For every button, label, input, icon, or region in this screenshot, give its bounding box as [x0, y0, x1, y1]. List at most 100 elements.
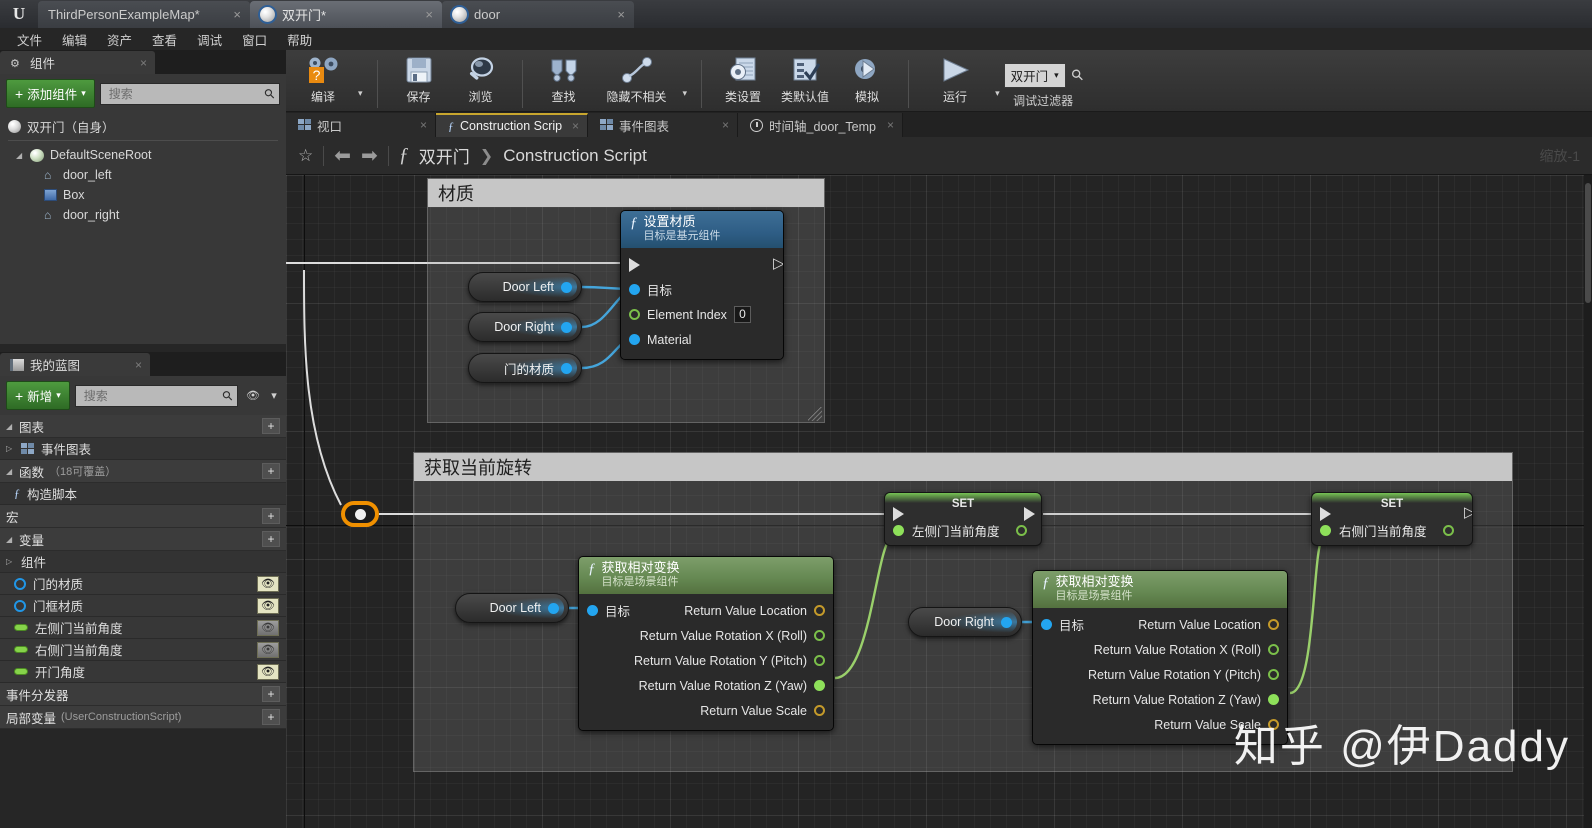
object-input-pin[interactable] — [629, 334, 640, 346]
add-function-button[interactable]: + — [262, 463, 280, 479]
menu-item-assets[interactable]: 资产 — [98, 27, 141, 52]
forward-arrow-icon[interactable]: ➡ — [361, 143, 378, 168]
menu-item-file[interactable]: 文件 — [8, 27, 51, 52]
menu-item-help[interactable]: 帮助 — [278, 27, 321, 52]
object-input-pin[interactable] — [629, 284, 640, 296]
chevron-down-icon[interactable]: ◢ — [6, 467, 14, 476]
find-button[interactable]: 查找 — [533, 50, 595, 108]
scrollbar-thumb[interactable] — [1585, 183, 1591, 303]
close-icon[interactable]: × — [422, 7, 436, 22]
save-button[interactable]: 保存 — [388, 50, 450, 108]
variable-node-door-left-lower[interactable]: Door Left — [455, 593, 569, 623]
int-input-pin[interactable] — [629, 309, 640, 321]
vector-output-pin[interactable] — [814, 705, 825, 717]
eye-icon[interactable]: 👁 — [257, 575, 279, 592]
float-output-pin[interactable] — [1268, 694, 1279, 706]
object-input-pin[interactable] — [1041, 619, 1052, 631]
compile-button[interactable]: ? 编译 — [292, 50, 354, 108]
object-output-pin[interactable] — [1001, 616, 1012, 628]
chevron-down-icon[interactable]: ◢ — [16, 151, 24, 160]
float-input-pin[interactable] — [893, 525, 904, 536]
close-icon[interactable]: × — [140, 56, 147, 70]
variable-node-door-right[interactable]: Door Right — [468, 312, 582, 342]
asset-tab-double-door[interactable]: 双开门* × — [250, 1, 442, 28]
tab-my-blueprint[interactable]: 我的蓝图 × — [0, 353, 150, 376]
reroute-pin[interactable] — [354, 508, 366, 520]
exec-out-pin[interactable] — [1024, 507, 1035, 521]
chevron-down-icon[interactable]: ▾ — [679, 88, 692, 99]
list-item-variable-right-angle[interactable]: 右侧门当前角度 👁 — [0, 639, 286, 661]
asset-tab-map[interactable]: ThirdPersonExampleMap* × — [38, 1, 250, 28]
menu-item-edit[interactable]: 编辑 — [53, 27, 96, 52]
float-output-pin[interactable] — [1442, 525, 1454, 536]
section-event-dispatchers[interactable]: 事件分发器 + — [0, 683, 286, 706]
tree-item-box[interactable]: Box — [0, 185, 286, 205]
object-output-pin[interactable] — [561, 321, 572, 333]
exec-in-pin[interactable] — [629, 257, 640, 272]
back-arrow-icon[interactable]: ⬅ — [334, 143, 351, 168]
float-output-pin[interactable] — [1268, 669, 1279, 681]
variable-node-door-right-lower[interactable]: Door Right — [908, 607, 1022, 637]
menu-item-debug[interactable]: 调试 — [188, 27, 231, 52]
browse-button[interactable]: 浏览 — [450, 50, 512, 108]
tab-event-graph[interactable]: 事件图表 × — [588, 113, 738, 137]
breadcrumb-parent[interactable]: 双开门 — [419, 143, 470, 168]
float-output-pin[interactable] — [1268, 644, 1279, 656]
asset-tab-door[interactable]: door × — [442, 1, 634, 28]
blueprint-graph-canvas[interactable]: 材质 获取当前旋转 Door Left Door Right 门的材质 ƒ 设置… — [286, 175, 1592, 828]
add-new-button[interactable]: + 新增 ▾ — [6, 381, 70, 410]
eye-icon[interactable]: 👁 — [257, 663, 279, 680]
tree-item-door-right[interactable]: ⌂ door_right — [0, 205, 286, 225]
eye-icon[interactable]: 👁 — [257, 619, 279, 636]
add-graph-button[interactable]: + — [262, 418, 280, 434]
list-item-variable-frame-material[interactable]: 门框材质 👁 — [0, 595, 286, 617]
tree-item-default-scene-root[interactable]: ◢ DefaultSceneRoot — [0, 145, 286, 165]
section-macros[interactable]: 宏 + — [0, 505, 286, 528]
list-item-variable-door-material[interactable]: 门的材质 👁 — [0, 573, 286, 595]
float-input-pin[interactable] — [1320, 525, 1331, 536]
eye-icon[interactable]: 👁 — [243, 386, 263, 406]
chevron-right-icon[interactable]: ▷ — [6, 444, 14, 453]
float-output-pin[interactable] — [814, 655, 825, 667]
float-output-pin[interactable] — [814, 680, 825, 692]
object-input-pin[interactable] — [587, 605, 598, 617]
element-index-input[interactable]: 0 — [733, 306, 751, 324]
play-button[interactable]: 运行 — [919, 50, 991, 108]
list-item-components-folder[interactable]: ▷ 组件 — [0, 551, 286, 573]
list-item-event-graph[interactable]: ▷ 事件图表 — [0, 438, 286, 460]
chevron-down-icon[interactable]: ▾ — [354, 88, 367, 99]
object-output-pin[interactable] — [561, 281, 572, 293]
tree-item-door-left[interactable]: ⌂ door_left — [0, 165, 286, 185]
myblueprint-search-input[interactable]: 搜索 ⚲ — [74, 384, 238, 407]
exec-in-pin[interactable] — [893, 507, 904, 521]
variable-node-door-material[interactable]: 门的材质 — [468, 353, 582, 383]
section-variables[interactable]: ◢ 变量 + — [0, 528, 286, 551]
float-output-pin[interactable] — [1015, 525, 1027, 536]
tab-viewport[interactable]: 视口 × — [286, 113, 436, 137]
node-set-left-angle[interactable]: SET 左侧门当前角度 — [884, 492, 1042, 546]
float-output-pin[interactable] — [814, 630, 825, 642]
close-icon[interactable]: × — [420, 118, 427, 132]
vector-output-pin[interactable] — [814, 605, 825, 617]
close-icon[interactable]: × — [722, 118, 729, 132]
simulate-button[interactable]: 模拟 — [836, 50, 898, 108]
eye-icon[interactable]: 👁 — [257, 597, 279, 614]
node-set-right-angle[interactable]: SET 右侧门当前角度 — [1311, 492, 1473, 546]
components-tree-root[interactable]: 双开门（自身） — [0, 116, 286, 136]
components-search-input[interactable]: 搜索 ⚲ — [99, 82, 280, 105]
object-output-pin[interactable] — [561, 362, 572, 374]
vector-output-pin[interactable] — [1268, 619, 1279, 631]
list-item-variable-left-angle[interactable]: 左侧门当前角度 👁 — [0, 617, 286, 639]
class-settings-button[interactable]: 类设置 — [712, 50, 774, 108]
node-get-relative-transform-left[interactable]: ƒ 获取相对变换 目标是场景组件 目标 Return Value Locatio… — [578, 556, 834, 732]
menu-item-view[interactable]: 查看 — [143, 27, 186, 52]
eye-icon[interactable]: 👁 — [257, 641, 279, 658]
chevron-down-icon[interactable]: ▾ — [268, 386, 280, 406]
add-variable-button[interactable]: + — [262, 531, 280, 547]
add-component-button[interactable]: + 添加组件 ▾ — [6, 79, 95, 108]
tab-timeline-door-temp[interactable]: 时间轴_door_Temp × — [738, 113, 903, 137]
class-defaults-button[interactable]: 类默认值 — [774, 50, 836, 108]
add-macro-button[interactable]: + — [262, 508, 280, 524]
close-icon[interactable]: × — [887, 118, 894, 132]
hide-unrelated-button[interactable]: 隐藏不相关 — [595, 50, 679, 108]
